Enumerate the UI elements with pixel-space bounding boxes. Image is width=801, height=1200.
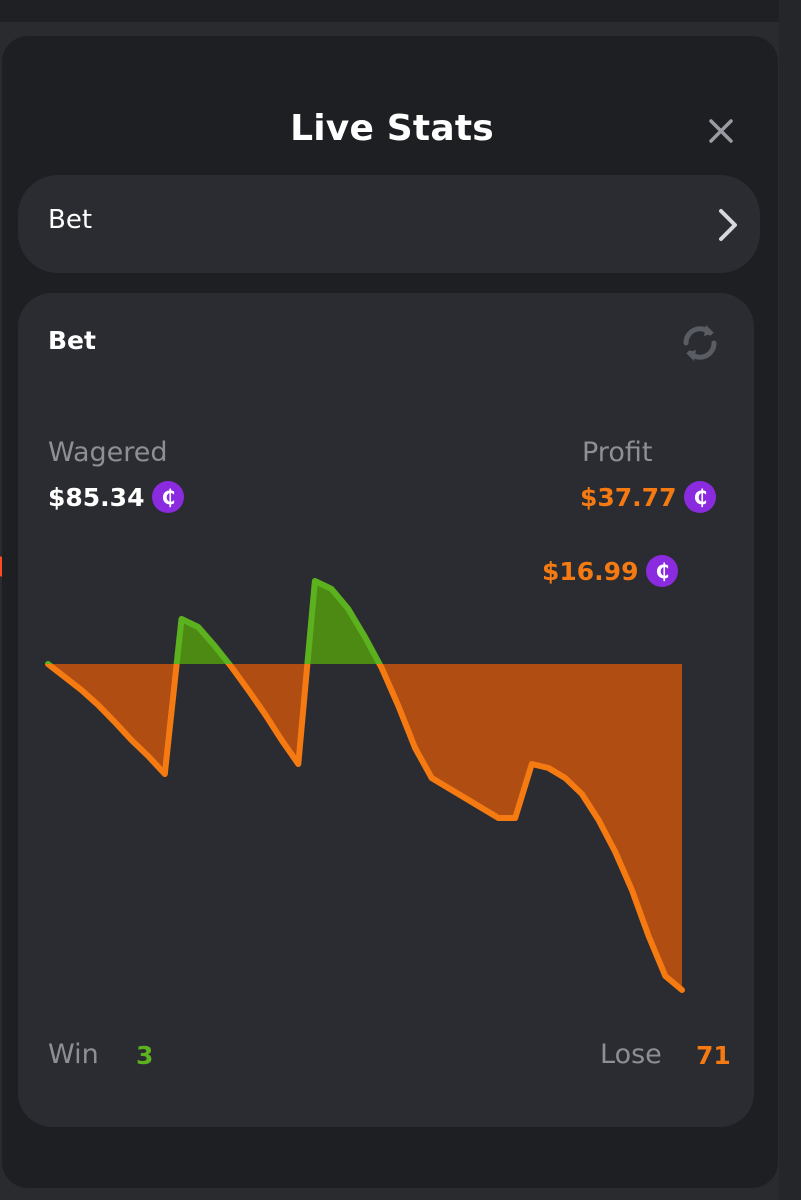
win-count: 3 — [136, 1041, 154, 1070]
game-selector[interactable]: Bet — [18, 175, 760, 273]
lose-count: 71 — [696, 1041, 731, 1070]
stats-card: Bet Wagered $85.34 ₵ Profit $37.77 ₵ $16… — [18, 293, 754, 1127]
win-label: Win — [48, 1039, 99, 1070]
chevron-right-icon — [719, 209, 737, 241]
background-strip — [0, 0, 801, 22]
profit-chart[interactable] — [18, 293, 754, 1013]
game-selector-label: Bet — [48, 205, 93, 235]
lose-label: Lose — [600, 1039, 662, 1070]
close-icon[interactable] — [702, 112, 740, 150]
modal-title: Live Stats — [290, 108, 494, 149]
scrollbar-track — [779, 0, 801, 1200]
